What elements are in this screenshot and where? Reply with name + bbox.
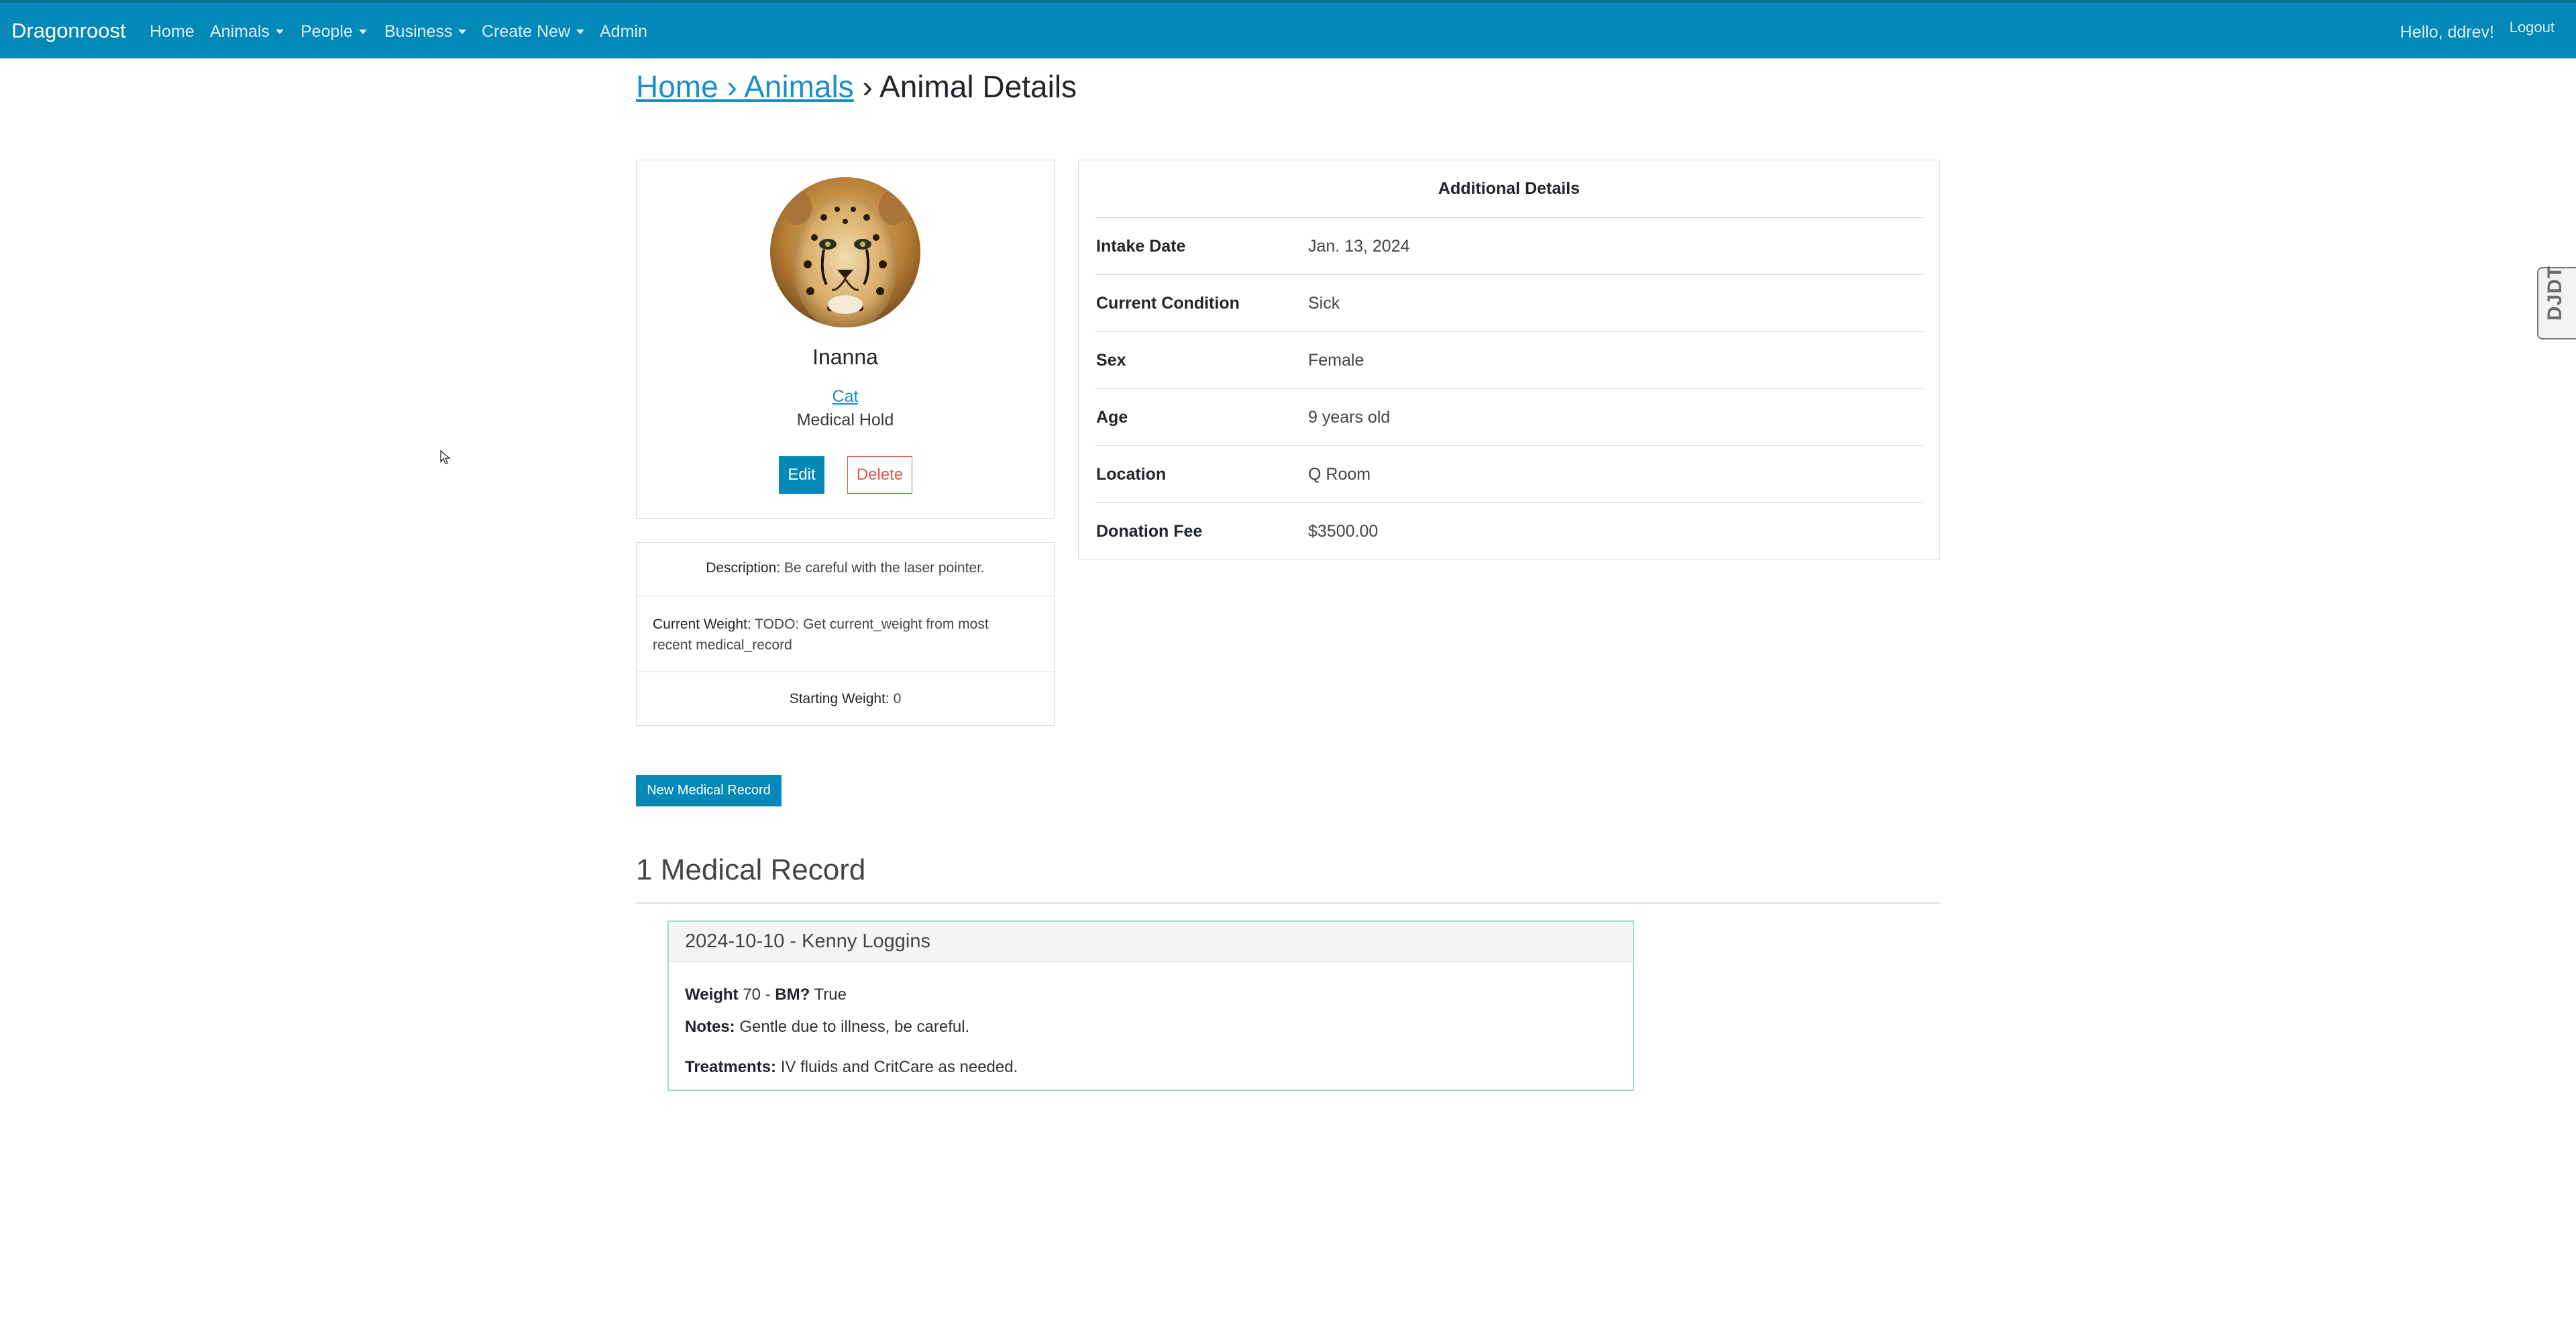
divider xyxy=(1095,274,1923,275)
nav-create-new-dropdown[interactable]: Create New xyxy=(482,22,584,42)
age-value: 9 years old xyxy=(1308,408,1391,427)
nav-animals-dropdown[interactable]: Animals xyxy=(210,22,284,42)
nav-animals-label: Animals xyxy=(210,22,270,41)
divider xyxy=(1095,445,1923,446)
breadcrumb: Home › Animals › Animal Details xyxy=(636,68,1077,105)
chevron-down-icon xyxy=(576,30,584,34)
nav-business-dropdown[interactable]: Business xyxy=(384,22,467,42)
donation-fee-label: Donation Fee xyxy=(1096,522,1203,541)
nav-home[interactable]: Home xyxy=(150,22,195,42)
chevron-down-icon xyxy=(358,30,367,34)
chevron-down-icon xyxy=(275,30,284,34)
details-title: Additional Details xyxy=(1438,179,1580,198)
starting-weight-row: Starting Weight: 0 xyxy=(637,672,1054,726)
bm-label: BM? xyxy=(775,986,810,1004)
description-value: Be careful with the laser pointer. xyxy=(784,560,985,576)
top-navbar: Dragonroost Home Animals People Business… xyxy=(0,0,2576,58)
nav-people-dropdown[interactable]: People xyxy=(301,22,367,42)
separator-dash: - xyxy=(765,986,771,1004)
notes-label: Notes: xyxy=(685,1018,735,1036)
debug-toolbar-handle[interactable]: DJDT xyxy=(2537,265,2576,339)
debug-toolbar-label: DJDT xyxy=(2544,265,2566,321)
intake-date-label: Intake Date xyxy=(1096,237,1186,256)
nav-people-label: People xyxy=(301,22,353,41)
treatments-label: Treatments: xyxy=(685,1058,777,1076)
nav-business-label: Business xyxy=(384,22,453,41)
medical-records-heading: 1 Medical Record xyxy=(636,853,866,886)
animal-info-card: Description: Be careful with the laser p… xyxy=(636,542,1055,726)
bm-value: True xyxy=(814,986,847,1004)
divider xyxy=(1095,217,1923,218)
breadcrumb-animals[interactable]: Animals xyxy=(744,69,854,104)
mouse-cursor-icon xyxy=(440,450,451,464)
sex-label: Sex xyxy=(1096,351,1126,370)
description-label: Description: xyxy=(706,560,781,576)
animal-name: Inanna xyxy=(812,345,878,369)
condition-label: Current Condition xyxy=(1096,294,1240,313)
weight-label: Weight xyxy=(685,986,739,1004)
chevron-down-icon xyxy=(458,30,467,34)
description-row: Description: Be careful with the laser p… xyxy=(637,543,1054,596)
divider xyxy=(1095,388,1923,389)
brand-link[interactable]: Dragonroost xyxy=(11,19,126,43)
notes-value: Gentle due to illness, be careful. xyxy=(739,1018,970,1036)
breadcrumb-current: Animal Details xyxy=(879,69,1077,104)
divider xyxy=(636,902,1940,904)
animal-profile-card: Inanna Cat Medical Hold Edit Delete xyxy=(636,160,1055,519)
new-medical-record-button[interactable]: New Medical Record xyxy=(636,775,782,806)
current-weight-row: Current Weight: TODO: Get current_weight… xyxy=(637,596,1054,672)
treatments-line: Treatments: IV fluids and CritCare as ne… xyxy=(685,1058,1018,1077)
additional-details-card: Additional Details Intake Date Jan. 13, … xyxy=(1078,160,1940,560)
location-label: Location xyxy=(1096,465,1167,484)
location-value: Q Room xyxy=(1308,465,1371,484)
divider xyxy=(1095,331,1923,332)
animal-status: Medical Hold xyxy=(796,411,894,429)
breadcrumb-separator: › xyxy=(862,69,873,104)
nav-create-new-label: Create New xyxy=(482,22,570,41)
sex-value: Female xyxy=(1308,351,1364,370)
species-link[interactable]: Cat xyxy=(637,387,1054,407)
current-weight-value: TODO: Get current_weight from most xyxy=(755,617,989,632)
current-weight-label: Current Weight: xyxy=(653,617,751,632)
age-label: Age xyxy=(1096,408,1128,427)
edit-button[interactable]: Edit xyxy=(779,456,824,494)
condition-value: Sick xyxy=(1308,294,1340,313)
intake-date-value: Jan. 13, 2024 xyxy=(1308,237,1410,256)
delete-button[interactable]: Delete xyxy=(847,456,912,494)
weight-value: 70 xyxy=(743,986,761,1004)
starting-weight-label: Starting Weight: xyxy=(789,691,890,706)
breadcrumb-separator[interactable]: › xyxy=(718,69,744,104)
divider xyxy=(1095,502,1923,503)
donation-fee-value: $3500.00 xyxy=(1308,522,1379,541)
user-greeting: Hello, ddrev! xyxy=(2400,23,2494,42)
medical-record-card: 2024-10-10 - Kenny Loggins Weight 70 - B… xyxy=(667,920,1634,1091)
logout-link[interactable]: Logout xyxy=(2510,19,2555,36)
current-weight-value-cont: recent medical_record xyxy=(653,637,792,653)
breadcrumb-home[interactable]: Home xyxy=(636,69,718,104)
treatments-value: IV fluids and CritCare as needed. xyxy=(780,1058,1018,1076)
notes-line: Notes: Gentle due to illness, be careful… xyxy=(685,1018,969,1037)
weight-bm-line: Weight 70 - BM? True xyxy=(685,986,847,1004)
animal-avatar xyxy=(770,177,920,327)
starting-weight-value: 0 xyxy=(893,691,902,706)
nav-admin[interactable]: Admin xyxy=(600,22,647,42)
medical-record-header: 2024-10-10 - Kenny Loggins xyxy=(669,922,1633,962)
